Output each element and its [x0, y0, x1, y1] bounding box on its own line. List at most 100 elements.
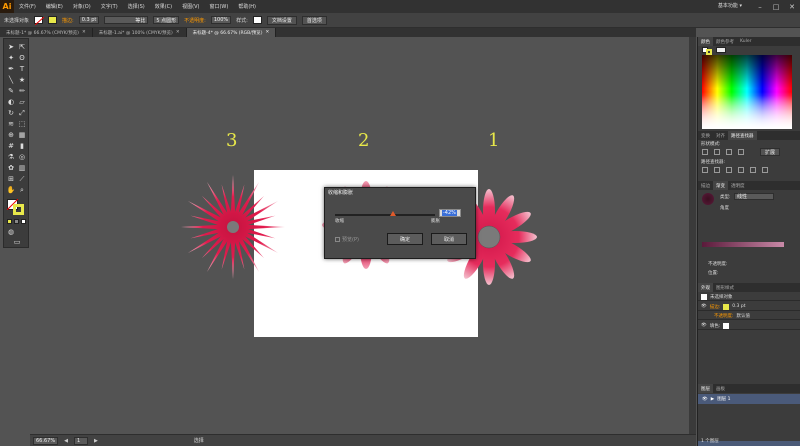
- divide-icon[interactable]: [702, 167, 708, 173]
- tab-appearance[interactable]: 外观: [698, 283, 713, 292]
- vertical-scrollbar[interactable]: [689, 37, 696, 434]
- checkbox-icon[interactable]: [335, 237, 340, 242]
- stroke-attr-label[interactable]: 描边:: [710, 304, 721, 310]
- menu-view[interactable]: 视图(V): [177, 3, 204, 10]
- expand-button[interactable]: 扩展: [760, 148, 781, 156]
- graphic-style-swatch[interactable]: [252, 16, 262, 24]
- paintbrush-tool-icon[interactable]: ✎: [6, 86, 16, 96]
- zoom-tool-icon[interactable]: ⌕: [17, 185, 27, 195]
- maximize-icon[interactable]: □: [768, 0, 784, 13]
- eye-icon[interactable]: 👁: [701, 323, 707, 328]
- pencil-tool-icon[interactable]: ✏: [17, 86, 27, 96]
- minus-front-icon[interactable]: [714, 149, 720, 155]
- stroke-label[interactable]: 描边:: [62, 17, 74, 24]
- outline-icon[interactable]: [750, 167, 756, 173]
- cancel-button[interactable]: 取消: [431, 233, 467, 245]
- menu-window[interactable]: 窗口(W): [204, 3, 233, 10]
- appearance-opacity-row[interactable]: 不透明度: 默认值: [698, 312, 800, 320]
- stroke-weight-field[interactable]: 0.3 pt: [78, 16, 100, 24]
- stroke-color-icon[interactable]: [13, 204, 24, 215]
- tab-transform[interactable]: 变换: [698, 131, 713, 140]
- brush-definition[interactable]: 5 点圆形: [153, 16, 180, 24]
- workspace-switcher[interactable]: 基本功能 ▾: [718, 2, 742, 9]
- pucker-value-field[interactable]: -42%: [439, 209, 461, 217]
- canvas-area[interactable]: 3 2 1 收缩和膨胀 -42% 收缩 膨胀 预览(P) 确定 取消: [30, 37, 696, 434]
- close-icon[interactable]: ✕: [82, 30, 86, 35]
- gradient-type-select[interactable]: 线性: [734, 193, 774, 200]
- eye-icon[interactable]: 👁: [701, 304, 707, 309]
- tab-document-1[interactable]: 未标题-1* @ 66.67% (CMYK/预览) ✕: [0, 28, 93, 37]
- gradient-preview-icon[interactable]: [702, 193, 714, 205]
- menu-select[interactable]: 选择(S): [123, 3, 150, 10]
- pucker-slider[interactable]: [335, 211, 435, 216]
- merge-icon[interactable]: [726, 167, 732, 173]
- document-setup-button[interactable]: 文档设置: [266, 15, 297, 25]
- lasso-tool-icon[interactable]: ʘ: [17, 53, 27, 63]
- symbol-sprayer-tool-icon[interactable]: ✿: [6, 163, 16, 173]
- menu-type[interactable]: 文字(T): [96, 3, 123, 10]
- magic-wand-tool-icon[interactable]: ✦: [6, 53, 16, 63]
- crop-icon[interactable]: [738, 167, 744, 173]
- tab-pathfinder[interactable]: 路径查找器: [728, 131, 757, 140]
- exclude-icon[interactable]: [738, 149, 744, 155]
- opacity-attr-label[interactable]: 不透明度:: [714, 313, 734, 319]
- prev-artboard-icon[interactable]: ◀: [64, 438, 68, 444]
- tab-layers[interactable]: 图层: [698, 384, 713, 393]
- close-icon[interactable]: ✕: [266, 30, 270, 35]
- none-mode-icon[interactable]: [21, 219, 26, 224]
- tab-gradient[interactable]: 渐变: [713, 181, 728, 190]
- scale-tool-icon[interactable]: ⤢: [17, 108, 27, 118]
- screen-mode-icon[interactable]: ▭: [12, 237, 22, 247]
- eye-icon[interactable]: 👁: [702, 397, 708, 402]
- menu-edit[interactable]: 编辑(E): [41, 3, 68, 10]
- gradient-slider[interactable]: [702, 242, 784, 247]
- type-tool-icon[interactable]: T: [17, 64, 27, 74]
- menu-help[interactable]: 帮助(H): [233, 3, 261, 10]
- stroke-swatch-icon[interactable]: [48, 16, 58, 24]
- unite-icon[interactable]: [702, 149, 708, 155]
- tab-graphic-styles[interactable]: 图形样式: [713, 283, 737, 292]
- intersect-icon[interactable]: [726, 149, 732, 155]
- menu-object[interactable]: 对象(O): [68, 3, 96, 10]
- color-mode-icon[interactable]: [7, 219, 12, 224]
- layer-name[interactable]: 图层 1: [717, 396, 730, 402]
- opacity-label[interactable]: 不透明度:: [184, 17, 206, 24]
- hand-tool-icon[interactable]: ✋: [6, 185, 16, 195]
- close-icon[interactable]: ✕: [176, 30, 180, 35]
- variable-width-profile[interactable]: 等比: [104, 16, 149, 24]
- tab-document-3[interactable]: 未标题-4* @ 66.67% (RGB/预览) ✕: [186, 28, 277, 37]
- gradient-mode-icon[interactable]: [14, 219, 19, 224]
- eraser-tool-icon[interactable]: ▱: [17, 97, 27, 107]
- next-artboard-icon[interactable]: ▶: [94, 438, 98, 444]
- ok-button[interactable]: 确定: [387, 233, 423, 245]
- appearance-stroke-row[interactable]: 👁 描边: 0.3 pt: [698, 303, 800, 311]
- minus-back-icon[interactable]: [762, 167, 768, 173]
- preferences-button[interactable]: 首选项: [301, 15, 327, 25]
- star-tool-icon[interactable]: ★: [17, 75, 27, 85]
- tab-document-2[interactable]: 未标题-1.ai* @ 100% (CMYK/预览) ✕: [93, 28, 187, 37]
- expand-arrow-icon[interactable]: ▶: [711, 397, 714, 402]
- direct-selection-tool-icon[interactable]: ⇱: [17, 42, 27, 52]
- tab-transparency[interactable]: 透明度: [728, 181, 748, 190]
- free-transform-tool-icon[interactable]: ⬚: [17, 119, 27, 129]
- tab-align[interactable]: 对齐: [713, 131, 728, 140]
- pucker-star-flower[interactable]: [178, 172, 288, 282]
- fill-attr-swatch[interactable]: [723, 322, 730, 329]
- blend-tool-icon[interactable]: ◎: [17, 152, 27, 162]
- artboard-number[interactable]: 1: [73, 436, 88, 445]
- fill-swatch-icon[interactable]: [34, 16, 45, 25]
- slice-tool-icon[interactable]: ⟋: [17, 174, 27, 184]
- appearance-fill-row[interactable]: 👁 填色:: [698, 322, 800, 330]
- line-tool-icon[interactable]: ╲: [6, 75, 16, 85]
- minimize-icon[interactable]: –: [752, 0, 768, 13]
- tab-stroke[interactable]: 描边: [698, 181, 713, 190]
- layer-row[interactable]: 👁 ▶ 图层 1: [698, 394, 800, 404]
- close-icon[interactable]: ✕: [784, 0, 800, 13]
- tab-kuler[interactable]: Kuler: [737, 37, 754, 46]
- selection-tool-icon[interactable]: ➤: [6, 42, 16, 52]
- menu-effect[interactable]: 效果(C): [150, 3, 177, 10]
- fill-attr-label[interactable]: 填色:: [710, 323, 721, 329]
- stroke-attr-swatch[interactable]: [723, 303, 730, 310]
- eyedropper-tool-icon[interactable]: ⚗: [6, 152, 16, 162]
- shape-builder-tool-icon[interactable]: ⊕: [6, 130, 16, 140]
